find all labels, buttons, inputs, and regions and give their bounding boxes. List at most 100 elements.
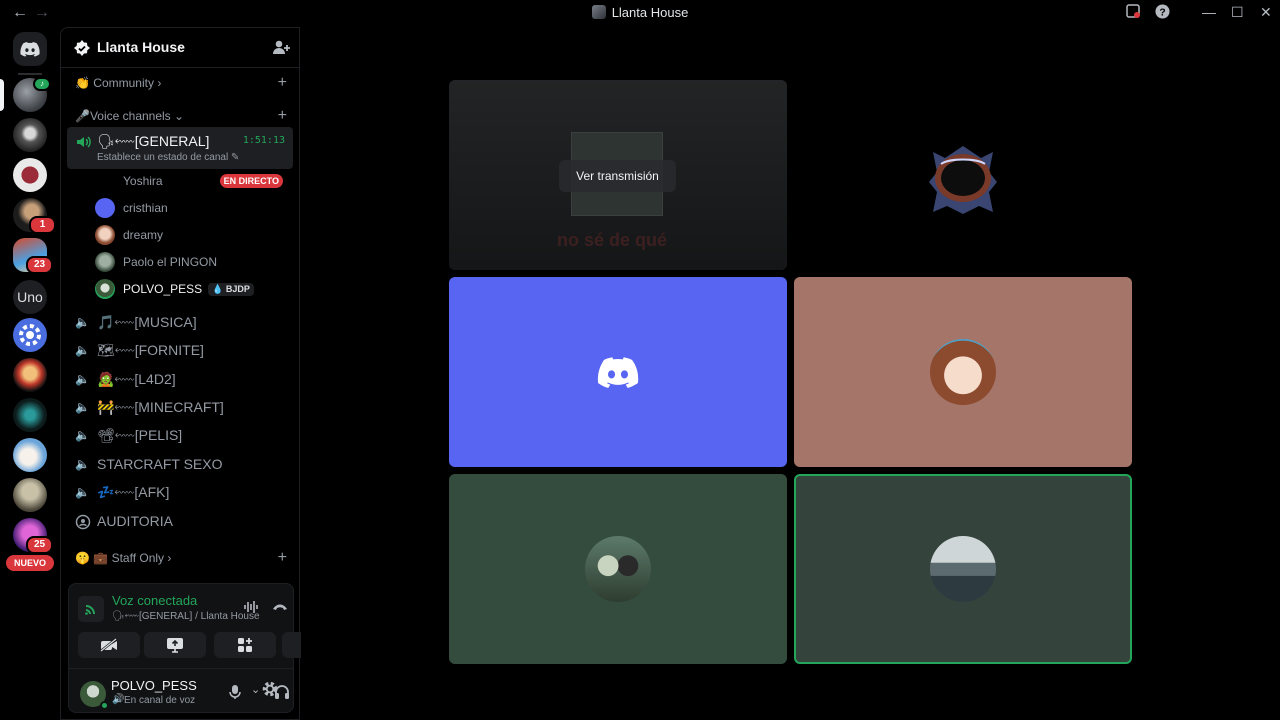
voice-user-yoshira[interactable]: Yoshira EN DIRECTO [95, 169, 289, 193]
voice-channel-afk[interactable]: 🔈 💤⬳[AFK] [67, 478, 293, 506]
rail-separator [18, 73, 42, 75]
avatar [930, 536, 996, 602]
avatar [930, 339, 996, 405]
participant-tile[interactable] [794, 277, 1132, 467]
inbox-icon[interactable] [1126, 4, 1140, 21]
chevron-right-icon: › [157, 76, 162, 90]
voice-indicator-badge: ♪ [33, 77, 51, 91]
server-tag: 💧 BJDP [208, 283, 254, 296]
voice-connected-label: Voz conectada [112, 593, 198, 608]
new-badge: NUEVO [6, 555, 54, 571]
server-2[interactable] [13, 118, 47, 152]
disconnect-icon[interactable] [272, 602, 288, 612]
minimize-icon[interactable]: — [1202, 4, 1216, 20]
share-screen-button[interactable] [144, 632, 206, 658]
microphone-emoji-icon: 🎤 [75, 109, 90, 123]
panel-divider [69, 668, 293, 669]
live-badge: EN DIRECTO [219, 174, 283, 188]
watch-stream-button[interactable]: Ver transmisión [559, 160, 676, 192]
title-bar: ← → Llanta House ? — ☐ ✕ [0, 0, 1280, 27]
server-8[interactable] [13, 358, 47, 392]
noise-suppression-icon[interactable] [243, 600, 259, 614]
screen-share-icon [167, 638, 183, 653]
voice-call-stage: no sé de qué Ver transmisión [301, 27, 1280, 720]
channel-sidebar: Llanta House ⌄ 👏 Community › + 🎤Voice ch… [60, 27, 344, 720]
server-11[interactable] [13, 478, 47, 512]
server-7[interactable] [13, 318, 47, 352]
server-10[interactable] [13, 438, 47, 472]
server-rail: ♪ 1 23 Uno 25 NUEVO [0, 27, 60, 720]
current-user-name[interactable]: POLVO_PESS [111, 678, 197, 693]
participant-tile[interactable] [794, 80, 1132, 270]
channel-name: AUDITORIA [97, 513, 173, 529]
avatar [585, 536, 651, 602]
maximize-icon[interactable]: ☐ [1231, 4, 1244, 21]
voice-user-paolo[interactable]: Paolo el PINGON [95, 250, 289, 274]
avatar [929, 146, 997, 214]
activities-icon [238, 638, 252, 652]
stream-tile[interactable]: no sé de qué Ver transmisión [449, 80, 787, 270]
voice-user-name: POLVO_PESS 💧 BJDP [123, 282, 254, 296]
speaker-small-icon: 🔊 [112, 694, 125, 705]
voice-channel-l4d2[interactable]: 🔈 🧟⬳[L4D2] [67, 365, 293, 393]
participant-tile[interactable] [449, 277, 787, 467]
microphone-icon[interactable] [229, 684, 241, 700]
channel-status-prompt[interactable]: Establece un estado de canal ✎ [97, 152, 239, 163]
stage-channel-auditoria[interactable]: AUDITORIA [67, 507, 293, 535]
activities-button[interactable] [214, 632, 276, 658]
channel-name: 🗣⬳[GENERAL] [97, 133, 210, 149]
online-status-dot [100, 701, 109, 710]
category-community[interactable]: 👏 Community › [75, 76, 161, 90]
speaker-icon: 🔈 [75, 457, 90, 471]
discord-logo-icon [597, 357, 639, 389]
window-title: Llanta House [0, 5, 1280, 20]
server-icon [591, 5, 606, 19]
voice-user-name: cristhian [123, 201, 168, 215]
speaker-icon: 🔈 [75, 315, 90, 329]
stage-icon [75, 514, 91, 530]
voice-user-cristhian[interactable]: cristhian [95, 196, 289, 220]
voice-user-polvo-pess[interactable]: POLVO_PESS 💧 BJDP [95, 277, 289, 301]
avatar [95, 252, 115, 272]
participant-tile[interactable] [449, 474, 787, 664]
svg-text:?: ? [1159, 7, 1165, 18]
add-channel-voice-icon[interactable]: + [278, 107, 287, 125]
direct-messages-button[interactable] [13, 32, 47, 66]
voice-user-name: dreamy [123, 228, 164, 242]
gear-icon[interactable] [261, 680, 279, 698]
voice-channel-general[interactable]: 🗣⬳[GENERAL] 1:51:13 Establece un estado … [67, 127, 293, 169]
gear-icon [19, 324, 41, 346]
category-voice-channels[interactable]: 🎤Voice channels ⌄ [75, 109, 184, 123]
call-timer: 1:51:13 [242, 135, 285, 146]
close-icon[interactable]: ✕ [1260, 4, 1272, 21]
voice-channel-pelis[interactable]: 🔈 📽⬳[PELIS] [67, 421, 293, 449]
mic-options-chevron-icon[interactable]: ⌄ [251, 683, 260, 696]
server-12-badge: 25 [26, 536, 53, 554]
add-channel-staff-icon[interactable]: + [278, 549, 287, 567]
server-uno[interactable]: Uno [13, 280, 47, 314]
voice-channel-starcraft[interactable]: 🔈 STARCRAFT SEXO [67, 450, 293, 478]
participant-tile-speaking[interactable] [794, 474, 1132, 664]
invite-member-icon[interactable] [273, 40, 290, 55]
avatar [95, 225, 115, 245]
add-channel-community-icon[interactable]: + [278, 74, 287, 92]
connection-signal-icon[interactable] [78, 596, 104, 622]
wave-icon: 👏 [75, 76, 90, 90]
pencil-icon: ✎ [231, 152, 240, 163]
voice-user-dreamy[interactable]: dreamy [95, 223, 289, 247]
category-staff-only[interactable]: 🤫 💼 Staff Only › [75, 551, 171, 565]
stream-caption: no sé de qué [557, 230, 668, 250]
server-header[interactable]: Llanta House ⌄ [61, 28, 299, 68]
channel-name: 🎵⬳[MUSICA] [97, 314, 197, 330]
voice-channel-musica[interactable]: 🔈 🎵⬳[MUSICA] [67, 308, 293, 336]
help-icon[interactable]: ? [1155, 4, 1170, 22]
voice-channel-fornite[interactable]: 🔈 🗺⬳[FORNITE] [67, 336, 293, 364]
staff-emoji-icon: 🤫 [75, 551, 90, 565]
voice-connected-channel[interactable]: 🗣⬳[GENERAL] / Llanta House [112, 611, 260, 622]
server-9[interactable] [13, 398, 47, 432]
camera-off-button[interactable] [78, 632, 140, 658]
server-4-badge: 1 [29, 216, 56, 234]
server-3[interactable] [13, 158, 47, 192]
voice-channel-minecraft[interactable]: 🔈 🚧⬳[MINECRAFT] [67, 393, 293, 421]
channel-name: 🚧⬳[MINECRAFT] [97, 399, 224, 415]
